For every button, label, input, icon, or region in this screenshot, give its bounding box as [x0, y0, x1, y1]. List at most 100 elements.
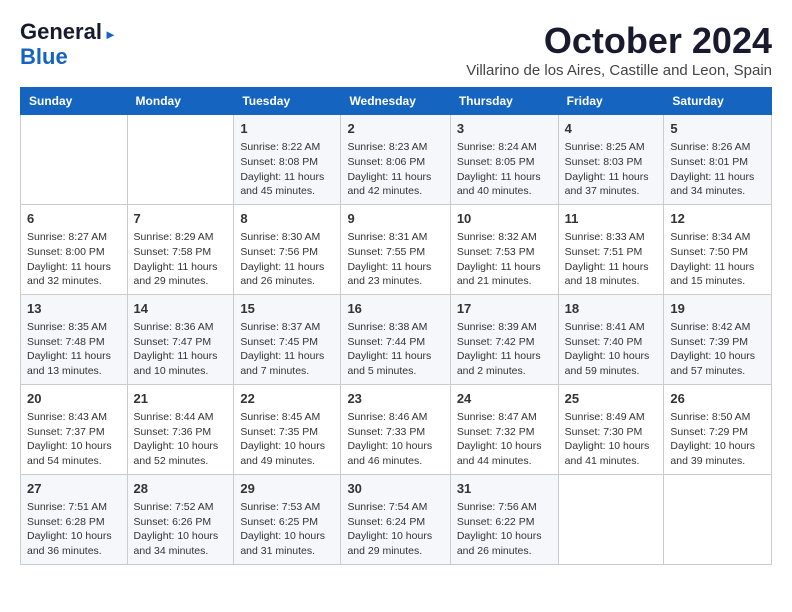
day-info-text: Sunrise: 7:53 AM — [240, 500, 334, 515]
day-number: 28 — [134, 480, 228, 498]
calendar-header-thursday: Thursday — [450, 88, 558, 115]
day-info-text: Sunrise: 8:29 AM — [134, 230, 228, 245]
day-info-text: Sunset: 6:28 PM — [27, 515, 121, 530]
calendar-header-tuesday: Tuesday — [234, 88, 341, 115]
day-info-text: Daylight: 11 hours and 40 minutes. — [457, 170, 552, 199]
day-info-text: Sunrise: 8:35 AM — [27, 320, 121, 335]
calendar-cell: 22Sunrise: 8:45 AMSunset: 7:35 PMDayligh… — [234, 384, 341, 474]
day-info-text: Sunrise: 8:37 AM — [240, 320, 334, 335]
day-info-text: Sunset: 7:33 PM — [347, 425, 443, 440]
day-info-text: Daylight: 11 hours and 26 minutes. — [240, 260, 334, 289]
day-number: 23 — [347, 390, 443, 408]
calendar-week-4: 20Sunrise: 8:43 AMSunset: 7:37 PMDayligh… — [21, 384, 772, 474]
day-info-text: Sunrise: 7:52 AM — [134, 500, 228, 515]
day-number: 15 — [240, 300, 334, 318]
day-info-text: Sunset: 7:45 PM — [240, 335, 334, 350]
day-info-text: Daylight: 11 hours and 7 minutes. — [240, 349, 334, 378]
day-number: 30 — [347, 480, 443, 498]
day-info-text: Sunset: 6:22 PM — [457, 515, 552, 530]
calendar-cell: 8Sunrise: 8:30 AMSunset: 7:56 PMDaylight… — [234, 204, 341, 294]
day-number: 14 — [134, 300, 228, 318]
day-number: 10 — [457, 210, 552, 228]
day-info-text: Sunset: 7:35 PM — [240, 425, 334, 440]
day-info-text: Sunset: 8:06 PM — [347, 155, 443, 170]
day-info-text: Daylight: 11 hours and 23 minutes. — [347, 260, 443, 289]
day-info-text: Sunrise: 8:34 AM — [670, 230, 765, 245]
day-info-text: Sunset: 7:32 PM — [457, 425, 552, 440]
day-info-text: Sunset: 7:30 PM — [565, 425, 658, 440]
day-info-text: Daylight: 11 hours and 21 minutes. — [457, 260, 552, 289]
calendar-header-saturday: Saturday — [664, 88, 772, 115]
day-number: 4 — [565, 120, 658, 138]
logo: General► Blue — [20, 20, 117, 70]
day-info-text: Sunrise: 8:43 AM — [27, 410, 121, 425]
day-number: 17 — [457, 300, 552, 318]
day-info-text: Daylight: 10 hours and 31 minutes. — [240, 529, 334, 558]
day-info-text: Sunrise: 7:51 AM — [27, 500, 121, 515]
calendar-week-3: 13Sunrise: 8:35 AMSunset: 7:48 PMDayligh… — [21, 294, 772, 384]
day-info-text: Sunrise: 8:24 AM — [457, 140, 552, 155]
calendar-cell: 3Sunrise: 8:24 AMSunset: 8:05 PMDaylight… — [450, 115, 558, 205]
day-info-text: Sunrise: 8:42 AM — [670, 320, 765, 335]
day-info-text: Daylight: 11 hours and 10 minutes. — [134, 349, 228, 378]
day-number: 12 — [670, 210, 765, 228]
calendar-cell: 15 Sunrise: 8:37 AMSunset: 7:45 PMDayligh… — [234, 294, 341, 384]
day-info-text: Sunrise: 8:27 AM — [27, 230, 121, 245]
day-number: 3 — [457, 120, 552, 138]
day-number: 5 — [670, 120, 765, 138]
calendar-body: 1Sunrise: 8:22 AMSunset: 8:08 PMDaylight… — [21, 115, 772, 565]
day-number: 6 — [27, 210, 121, 228]
calendar-cell: 23 Sunrise: 8:46 AMSunset: 7:33 PMDayligh… — [341, 384, 450, 474]
day-info-text: Daylight: 11 hours and 18 minutes. — [565, 260, 658, 289]
calendar-cell: 24Sunrise: 8:47 AMSunset: 7:32 PMDayligh… — [450, 384, 558, 474]
day-info-text: Sunset: 7:55 PM — [347, 245, 443, 260]
day-number: 29 — [240, 480, 334, 498]
day-info-text: Daylight: 10 hours and 41 minutes. — [565, 439, 658, 468]
day-info-text: Sunrise: 8:36 AM — [134, 320, 228, 335]
day-number: 20 — [27, 390, 121, 408]
day-info-text: Sunrise: 8:46 AM — [347, 410, 443, 425]
day-info-text: Daylight: 10 hours and 29 minutes. — [347, 529, 443, 558]
day-info-text: Daylight: 11 hours and 37 minutes. — [565, 170, 658, 199]
calendar-header-friday: Friday — [558, 88, 664, 115]
day-number: 13 — [27, 300, 121, 318]
day-info-text: Daylight: 11 hours and 45 minutes. — [240, 170, 334, 199]
day-number: 22 — [240, 390, 334, 408]
calendar-cell: 28Sunrise: 7:52 AMSunset: 6:26 PMDayligh… — [127, 474, 234, 564]
day-info-text: Daylight: 10 hours and 46 minutes. — [347, 439, 443, 468]
calendar-cell: 14Sunrise: 8:36 AMSunset: 7:47 PMDayligh… — [127, 294, 234, 384]
day-number: 31 — [457, 480, 552, 498]
calendar-cell: 17Sunrise: 8:39 AMSunset: 7:42 PMDayligh… — [450, 294, 558, 384]
day-info-text: Sunrise: 8:23 AM — [347, 140, 443, 155]
day-info-text: Daylight: 10 hours and 26 minutes. — [457, 529, 552, 558]
day-number: 9 — [347, 210, 443, 228]
day-info-text: Sunrise: 8:38 AM — [347, 320, 443, 335]
calendar-cell: 4Sunrise: 8:25 AMSunset: 8:03 PMDaylight… — [558, 115, 664, 205]
day-info-text: Sunrise: 8:30 AM — [240, 230, 334, 245]
calendar-cell: 6Sunrise: 8:27 AMSunset: 8:00 PMDaylight… — [21, 204, 128, 294]
day-info-text: Daylight: 10 hours and 59 minutes. — [565, 349, 658, 378]
day-info-text: Sunset: 8:01 PM — [670, 155, 765, 170]
logo-text: General► — [20, 20, 117, 44]
day-info-text: Daylight: 11 hours and 29 minutes. — [134, 260, 228, 289]
day-info-text: Daylight: 10 hours and 36 minutes. — [27, 529, 121, 558]
calendar-cell — [127, 115, 234, 205]
calendar-cell: 10Sunrise: 8:32 AMSunset: 7:53 PMDayligh… — [450, 204, 558, 294]
calendar-cell: 31 Sunrise: 7:56 AMSunset: 6:22 PMDayligh… — [450, 474, 558, 564]
day-info-text: Sunrise: 7:56 AM — [457, 500, 552, 515]
day-info-text: Sunset: 8:08 PM — [240, 155, 334, 170]
month-title: October 2024 — [466, 20, 772, 62]
day-info-text: Sunrise: 8:39 AM — [457, 320, 552, 335]
day-info-text: Sunrise: 8:45 AM — [240, 410, 334, 425]
calendar-cell: 27Sunrise: 7:51 AMSunset: 6:28 PMDayligh… — [21, 474, 128, 564]
day-info-text: Daylight: 11 hours and 15 minutes. — [670, 260, 765, 289]
day-number: 24 — [457, 390, 552, 408]
page-header: General► Blue October 2024 Villarino de … — [20, 20, 772, 79]
day-number: 2 — [347, 120, 443, 138]
day-info-text: Sunrise: 8:33 AM — [565, 230, 658, 245]
day-info-text: Sunrise: 8:41 AM — [565, 320, 658, 335]
day-info-text: Sunrise: 8:50 AM — [670, 410, 765, 425]
calendar-header-sunday: Sunday — [21, 88, 128, 115]
calendar-cell: 1Sunrise: 8:22 AMSunset: 8:08 PMDaylight… — [234, 115, 341, 205]
day-info-text: Daylight: 10 hours and 34 minutes. — [134, 529, 228, 558]
